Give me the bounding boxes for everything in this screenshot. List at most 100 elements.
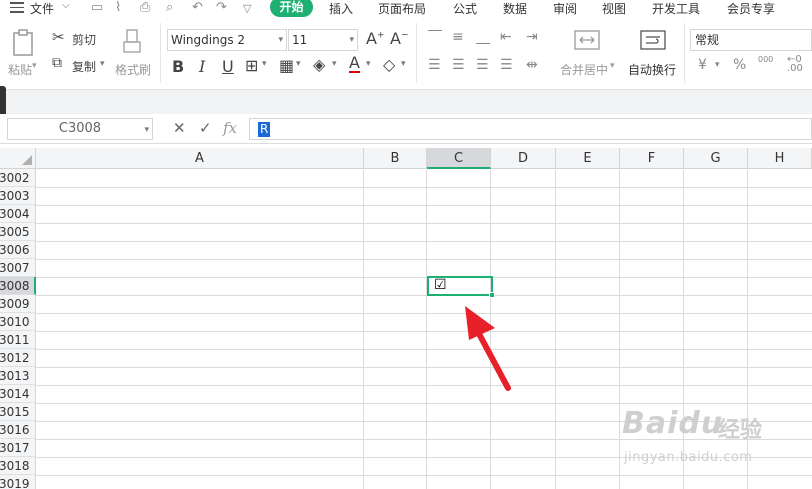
formula-input[interactable]: R [249,118,812,140]
align-top-icon[interactable]: ⎺ [428,29,442,45]
align-middle-icon[interactable]: ≡ [452,29,464,45]
fill-pattern-dropdown-icon[interactable]: ▾ [296,59,301,69]
column-header-h[interactable]: H [748,148,812,169]
merge-center-button[interactable]: 合并居中 [560,61,608,78]
tab-member[interactable]: 会员专享 [727,0,775,17]
ribbon: 粘贴 ▾ ✂ 剪切 ⧉ 复制 ▾ 格式刷 Wingdings 2 ▾ 11 ▾ … [0,17,812,90]
row-header-3009[interactable]: 3009 [0,295,36,313]
border-icon[interactable]: ⊞ [245,56,258,75]
currency-dropdown-icon[interactable]: ▾ [715,60,720,70]
cut-button[interactable]: 剪切 [72,31,96,48]
paste-button[interactable]: 粘贴 [8,61,32,78]
fill-pattern-icon[interactable]: ▦ [279,56,294,75]
row-header-3007[interactable]: 3007 [0,259,36,277]
wrap-text-icon[interactable] [640,29,666,51]
row-header-3010[interactable]: 3010 [0,313,36,331]
row-header-3006[interactable]: 3006 [0,241,36,259]
align-left-icon[interactable]: ☰ [428,57,441,73]
number-format-select[interactable]: 常规 [690,29,812,51]
row-header-3013[interactable]: 3013 [0,367,36,385]
insert-function-icon[interactable]: fx [223,119,237,137]
quick-access-dropdown-icon[interactable]: ▽ [243,2,251,15]
indent-decrease-icon[interactable]: ⇤ [500,29,512,45]
row-header-3012[interactable]: 3012 [0,349,36,367]
decrease-font-icon[interactable]: A− [390,29,409,48]
tab-formulas[interactable]: 公式 [453,0,477,17]
wrap-text-button[interactable]: 自动换行 [628,61,676,78]
underline-button[interactable]: U [222,57,234,76]
tab-data[interactable]: 数据 [503,0,527,17]
tab-home[interactable]: 开始 [270,0,313,17]
cancel-icon[interactable]: ✕ [173,119,186,137]
font-color-dropdown-icon[interactable]: ▾ [366,59,371,69]
row-header-3019[interactable]: 3019 [0,475,36,489]
column-header-f[interactable]: F [620,148,684,169]
save-icon[interactable]: ▭ [91,0,103,15]
row-header-3014[interactable]: 3014 [0,385,36,403]
file-menu[interactable]: 文件 [30,0,54,17]
copy-dropdown-icon[interactable]: ▾ [100,59,105,69]
tab-developer[interactable]: 开发工具 [652,0,700,17]
align-bottom-icon[interactable]: ⎽ [476,29,490,45]
row-header-3003[interactable]: 3003 [0,187,36,205]
row-header-3005[interactable]: 3005 [0,223,36,241]
menu-icon[interactable] [10,2,24,14]
print-icon[interactable]: ⎙ [140,0,150,15]
confirm-icon[interactable]: ✓ [199,119,212,137]
tab-insert[interactable]: 插入 [329,0,353,17]
justify-icon[interactable]: ☰ [500,57,513,73]
column-header-e[interactable]: E [556,148,620,169]
row-header-3015[interactable]: 3015 [0,403,36,421]
distributed-icon[interactable]: ⇹ [526,57,538,73]
column-header-d[interactable]: D [491,148,556,169]
row-header-3002[interactable]: 3002 [0,169,36,187]
eraser-dropdown-icon[interactable]: ▾ [401,59,406,69]
thousands-button[interactable]: 000 [758,55,773,64]
chevron-down-icon[interactable]: ⌵ [62,0,70,11]
align-center-icon[interactable]: ☰ [452,57,465,73]
fill-color-icon[interactable]: ◈ [313,55,325,74]
row-header-3016[interactable]: 3016 [0,421,36,439]
format-painter-icon[interactable] [121,28,143,56]
tab-review[interactable]: 审阅 [553,0,577,17]
row-header-3017[interactable]: 3017 [0,439,36,457]
merge-center-icon[interactable] [574,29,600,51]
eraser-icon[interactable]: ◇ [383,55,395,74]
column-header-a[interactable]: A [36,148,364,169]
fill-handle[interactable] [489,292,495,298]
name-box[interactable]: C3008 ▾ [7,118,153,140]
row-header-3011[interactable]: 3011 [0,331,36,349]
chevron-down-icon[interactable]: ▾ [144,120,149,140]
merge-dropdown-icon[interactable]: ▾ [610,61,615,71]
currency-button[interactable]: ¥ [698,57,707,73]
decimal-increase-icon[interactable]: ←0.00 [787,55,803,74]
format-brush-icon[interactable]: ⌇ [115,0,121,15]
fill-color-dropdown-icon[interactable]: ▾ [332,59,337,69]
redo-icon[interactable]: ↷ [216,0,227,15]
column-header-b[interactable]: B [364,148,427,169]
percent-button[interactable]: % [733,57,746,73]
row-header-3018[interactable]: 3018 [0,457,36,475]
tab-page-layout[interactable]: 页面布局 [378,0,426,17]
paste-icon[interactable] [12,29,36,57]
print-preview-icon[interactable]: ⌕ [166,0,173,15]
font-size-select[interactable]: 11 ▾ [288,29,358,51]
column-header-c[interactable]: C [427,148,491,169]
font-name-select[interactable]: Wingdings 2 ▾ [167,29,287,51]
row-header-3008[interactable]: 3008 [0,277,36,295]
tab-view[interactable]: 视图 [602,0,626,17]
copy-button[interactable]: 复制 [72,58,96,75]
format-painter-button[interactable]: 格式刷 [115,61,151,78]
paste-dropdown-icon[interactable]: ▾ [32,61,37,71]
increase-font-icon[interactable]: A+ [366,29,385,48]
column-header-g[interactable]: G [684,148,748,169]
font-color-button[interactable]: A [349,55,360,73]
bold-button[interactable]: B [172,57,184,76]
align-right-icon[interactable]: ☰ [476,57,489,73]
indent-increase-icon[interactable]: ⇥ [526,29,538,45]
italic-button[interactable]: I [199,57,205,76]
border-dropdown-icon[interactable]: ▾ [262,59,267,69]
select-all-corner[interactable] [0,148,36,169]
row-header-3004[interactable]: 3004 [0,205,36,223]
undo-icon[interactable]: ↶ [192,0,203,15]
